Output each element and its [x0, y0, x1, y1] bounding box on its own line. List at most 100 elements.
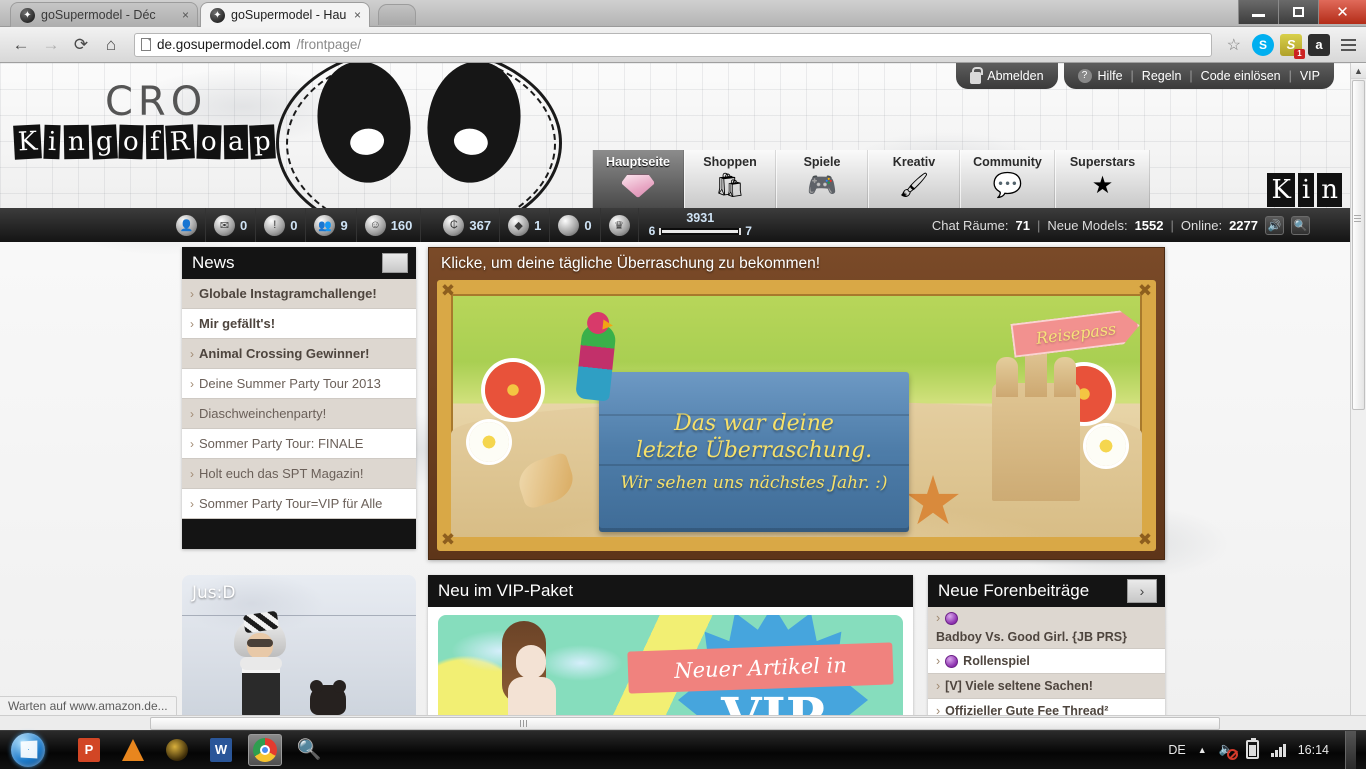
status-user[interactable]: 👤 — [168, 208, 206, 242]
reload-button-icon[interactable]: ⟳ — [68, 32, 94, 58]
news-list-item[interactable]: › Sommer Party Tour: FINALE — [182, 429, 416, 459]
amazon-extension-icon[interactable]: a — [1308, 34, 1330, 56]
news-list-item[interactable]: › Sommer Party Tour=VIP für Alle — [182, 489, 416, 519]
back-button-icon[interactable]: ← — [8, 32, 34, 58]
utility-links: ? Hilfe | Regeln | Code einlösen | VIP — [1064, 63, 1334, 89]
window-controls: ✕ — [1238, 0, 1366, 24]
redeem-code-link[interactable]: Code einlösen — [1201, 69, 1281, 83]
page-horizontal-scrollbar[interactable] — [0, 715, 1366, 730]
powerpoint-taskbar-icon[interactable]: P — [72, 734, 106, 766]
show-desktop-button[interactable] — [1345, 731, 1356, 769]
forum-item-label: Badboy Vs. Good Girl. {JB PRS} — [936, 630, 1157, 644]
start-button[interactable] — [6, 732, 50, 768]
status-coins[interactable]: ₵ 367 — [435, 208, 500, 242]
forum-panel: Neue Forenbeiträge › › Badboy Vs. Good G… — [928, 575, 1165, 724]
network-signal-icon[interactable] — [1271, 743, 1286, 757]
ransom-letter: g — [91, 124, 117, 159]
browser-tab-2[interactable]: goSupermodel - Hau × — [200, 2, 370, 27]
close-button[interactable]: ✕ — [1318, 0, 1366, 24]
forum-list-item[interactable]: › [V] Viele seltene Sachen! — [928, 674, 1165, 699]
status-diamonds[interactable]: ◆ 1 — [500, 208, 550, 242]
panda-mask-icon — [270, 63, 570, 208]
online-label: Online: — [1181, 218, 1222, 233]
sueddeutsche-extension-icon[interactable]: S 1 — [1280, 34, 1302, 56]
maximize-button[interactable] — [1278, 0, 1318, 24]
nav-item-spiele[interactable]: Spiele 🎮 — [776, 150, 868, 208]
daily-surprise-banner[interactable]: Klicke, um deine tägliche Überraschung z… — [428, 247, 1165, 560]
language-indicator[interactable]: DE — [1168, 743, 1185, 757]
word-taskbar-icon[interactable]: W — [204, 734, 238, 766]
show-hidden-icons-chevron-icon[interactable]: ▲ — [1198, 745, 1207, 755]
level-bar: 6 7 — [649, 225, 752, 238]
search-icon[interactable]: 🔍 — [1291, 216, 1310, 235]
status-eggs[interactable]: 0 — [550, 208, 600, 242]
horizontal-scroll-thumb[interactable] — [150, 717, 1220, 730]
forum-list-item[interactable]: › Badboy Vs. Good Girl. {JB PRS} — [928, 607, 1165, 649]
webcam-taskbar-icon[interactable] — [160, 734, 194, 766]
status-crown[interactable]: ♛ — [601, 208, 639, 242]
page-content: News › Globale Instagramchallenge! › Mir… — [0, 242, 1350, 252]
help-link[interactable]: Hilfe — [1098, 69, 1123, 83]
rules-link[interactable]: Regeln — [1142, 69, 1182, 83]
nav-item-kreativ[interactable]: Kreativ 🖌 — [868, 150, 960, 208]
news-item-label: Sommer Party Tour=VIP für Alle — [199, 496, 382, 511]
nav-item-community[interactable]: Community 💬 — [960, 150, 1055, 208]
minimize-button[interactable] — [1238, 0, 1278, 24]
news-panel: News › Globale Instagramchallenge! › Mir… — [182, 247, 416, 549]
url-host: de.gosupermodel.com — [157, 37, 291, 52]
nav-item-superstars[interactable]: Superstars ★ — [1055, 150, 1150, 208]
news-list-item[interactable]: › Deine Summer Party Tour 2013 — [182, 369, 416, 399]
news-panel-button[interactable] — [382, 253, 408, 273]
level-progress[interactable]: 3931 6 7 — [639, 208, 762, 242]
vertical-scroll-thumb[interactable] — [1352, 80, 1365, 410]
volume-muted-icon[interactable]: 🔈 — [1219, 742, 1235, 757]
vlc-taskbar-icon[interactable] — [116, 734, 150, 766]
spray-can-icon: 🖌 — [899, 171, 929, 201]
coin-icon: ₵ — [443, 215, 464, 236]
status-smiley[interactable]: ☺ 160 — [357, 208, 422, 242]
chevron-right-icon: › — [936, 611, 940, 625]
skype-extension-icon[interactable]: S — [1252, 34, 1274, 56]
tab-close-icon[interactable]: × — [352, 8, 361, 22]
vip-promo-image[interactable]: VIP Neuer Artikel in — [438, 615, 903, 730]
address-bar[interactable]: de.gosupermodel.com/frontpage/ — [134, 33, 1212, 57]
chrome-taskbar-icon[interactable] — [248, 734, 282, 766]
clock[interactable]: 16:14 — [1298, 743, 1329, 757]
status-mail[interactable]: ✉ 0 — [206, 208, 256, 242]
vip-link[interactable]: VIP — [1300, 69, 1320, 83]
status-alert[interactable]: ! 0 — [256, 208, 306, 242]
forum-list-item[interactable]: › Rollenspiel — [928, 649, 1165, 674]
forum-more-button[interactable]: › — [1127, 579, 1157, 603]
powerpoint-glyph: P — [78, 738, 100, 762]
bookmark-star-icon[interactable]: ☆ — [1222, 35, 1246, 55]
chevron-right-icon: › — [190, 317, 194, 331]
browser-tab-1[interactable]: goSupermodel - Déc × — [10, 2, 198, 27]
nav-item-shoppen[interactable]: Shoppen 🛍 — [684, 150, 776, 208]
teddy-bear-icon — [310, 685, 346, 715]
search-taskbar-icon[interactable]: 🔍 — [292, 734, 326, 766]
news-list-item[interactable]: › Holt euch das SPT Magazin! — [182, 459, 416, 489]
news-list-item[interactable]: › Globale Instagramchallenge! — [182, 279, 416, 309]
news-list-item[interactable]: › Mir gefällt's! — [182, 309, 416, 339]
chevron-right-icon: › — [190, 467, 194, 481]
word-glyph: W — [210, 738, 232, 762]
chrome-menu-icon[interactable] — [1334, 39, 1358, 51]
status-friends[interactable]: 👥 9 — [306, 208, 356, 242]
battery-icon[interactable] — [1246, 740, 1259, 759]
avatar-panel[interactable]: Jus:D — [182, 575, 416, 717]
sound-icon[interactable]: 🔊 — [1265, 216, 1284, 235]
news-item-label: Sommer Party Tour: FINALE — [199, 436, 363, 451]
forward-button-icon[interactable]: → — [38, 32, 64, 58]
nav-item-hauptseite[interactable]: Hauptseite — [592, 150, 684, 208]
tab-close-icon[interactable]: × — [180, 8, 189, 22]
logout-button[interactable]: Abmelden — [956, 63, 1057, 89]
new-tab-button[interactable] — [378, 4, 416, 25]
reisepass-badge[interactable]: Reisepass — [1010, 308, 1141, 357]
news-list-item[interactable]: › Diaschweinchenparty! — [182, 399, 416, 429]
forum-list: › Badboy Vs. Good Girl. {JB PRS} › Rolle… — [928, 607, 1165, 724]
scroll-up-arrow-icon[interactable]: ▲ — [1351, 63, 1366, 79]
news-list-item[interactable]: › Animal Crossing Gewinner! — [182, 339, 416, 369]
status-right-group: ₵ 367 ◆ 1 0 ♛ 3931 — [435, 208, 762, 242]
home-button-icon[interactable]: ⌂ — [98, 32, 124, 58]
page-vertical-scrollbar[interactable]: ▲ — [1350, 63, 1366, 715]
